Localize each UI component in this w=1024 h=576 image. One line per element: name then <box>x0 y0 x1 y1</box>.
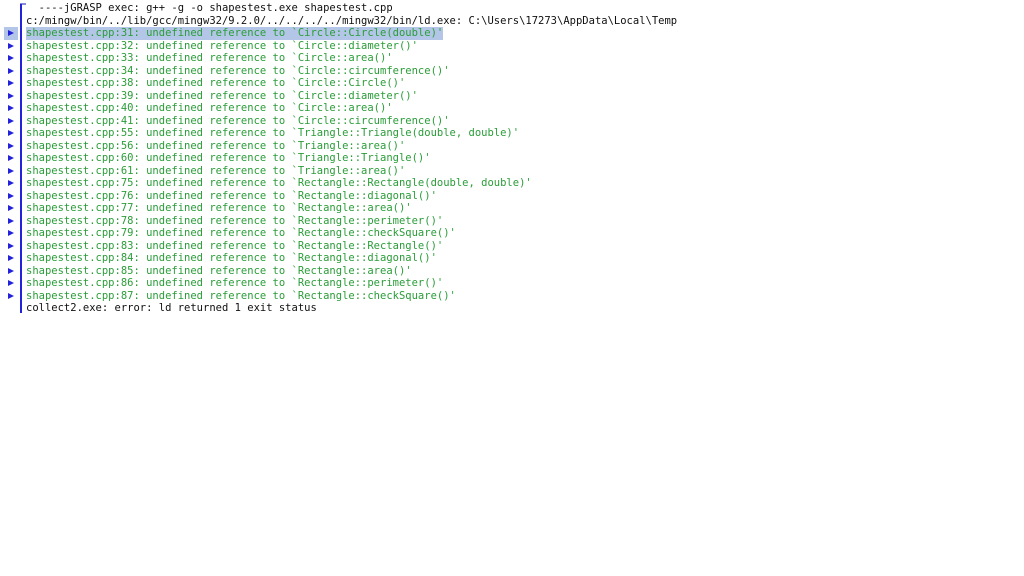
goto-error-arrow-icon[interactable] <box>8 80 14 86</box>
goto-error-arrow-icon[interactable] <box>8 105 14 111</box>
output-message-row[interactable]: ----jGRASP exec: g++ -g -o shapestest.ex… <box>0 2 1024 15</box>
goto-error-arrow-icon[interactable] <box>8 92 14 99</box>
message-text: ----jGRASP exec: g++ -g -o shapestest.ex… <box>26 2 393 14</box>
error-message-row[interactable]: shapestest.cpp:83: undefined reference t… <box>0 240 1024 253</box>
message-text: shapestest.cpp:78: undefined reference t… <box>26 214 444 227</box>
goto-error-arrow-icon[interactable] <box>8 155 14 161</box>
error-message-row[interactable]: shapestest.cpp:79: undefined reference t… <box>0 227 1024 240</box>
goto-error-arrow-icon[interactable] <box>8 55 14 61</box>
goto-error-arrow-icon[interactable] <box>8 117 14 124</box>
goto-error-arrow-icon[interactable] <box>8 180 14 186</box>
goto-error-arrow-icon[interactable] <box>8 292 14 299</box>
error-message-row[interactable]: shapestest.cpp:76: undefined reference t… <box>0 190 1024 203</box>
goto-error-arrow-icon[interactable] <box>8 255 14 261</box>
message-text: shapestest.cpp:75: undefined reference t… <box>26 177 532 189</box>
message-text: shapestest.cpp:60: undefined reference t… <box>26 152 431 164</box>
goto-error-arrow-icon[interactable] <box>8 230 14 236</box>
message-text: shapestest.cpp:41: undefined reference t… <box>26 114 450 127</box>
message-text: shapestest.cpp:39: undefined reference t… <box>26 89 418 102</box>
goto-error-arrow-icon[interactable] <box>8 130 14 136</box>
message-text: shapestest.cpp:55: undefined reference t… <box>26 127 520 139</box>
goto-error-arrow-icon[interactable] <box>8 217 14 224</box>
message-text: shapestest.cpp:76: undefined reference t… <box>26 189 437 202</box>
message-text: shapestest.cpp:31: undefined reference t… <box>26 27 444 40</box>
compile-messages-pane[interactable]: ----jGRASP exec: g++ -g -o shapestest.ex… <box>0 0 1024 576</box>
error-message-row[interactable]: shapestest.cpp:85: undefined reference t… <box>0 265 1024 278</box>
goto-error-arrow-icon[interactable] <box>8 30 14 36</box>
message-text: shapestest.cpp:33: undefined reference t… <box>26 52 393 64</box>
message-text: shapestest.cpp:56: undefined reference t… <box>26 139 406 152</box>
error-message-row[interactable]: shapestest.cpp:87: undefined reference t… <box>0 290 1024 303</box>
error-message-row[interactable]: shapestest.cpp:33: undefined reference t… <box>0 52 1024 65</box>
error-message-row[interactable]: shapestest.cpp:38: undefined reference t… <box>0 77 1024 90</box>
message-text: shapestest.cpp:83: undefined reference t… <box>26 239 444 252</box>
error-message-row[interactable]: shapestest.cpp:40: undefined reference t… <box>0 102 1024 115</box>
error-message-row[interactable]: shapestest.cpp:60: undefined reference t… <box>0 152 1024 165</box>
error-message-row[interactable]: shapestest.cpp:39: undefined reference t… <box>0 90 1024 103</box>
message-text: shapestest.cpp:85: undefined reference t… <box>26 264 412 277</box>
message-text: collect2.exe: error: ld returned 1 exit … <box>26 302 317 314</box>
message-text: shapestest.cpp:32: undefined reference t… <box>26 39 418 52</box>
message-text: shapestest.cpp:34: undefined reference t… <box>26 64 450 77</box>
error-message-row[interactable]: shapestest.cpp:34: undefined reference t… <box>0 65 1024 78</box>
error-message-row[interactable]: shapestest.cpp:61: undefined reference t… <box>0 165 1024 178</box>
goto-error-arrow-icon[interactable] <box>8 267 14 274</box>
output-message-row[interactable]: collect2.exe: error: ld returned 1 exit … <box>0 302 1024 315</box>
message-text: shapestest.cpp:38: undefined reference t… <box>26 77 406 89</box>
error-message-row[interactable]: shapestest.cpp:77: undefined reference t… <box>0 202 1024 215</box>
message-text: c:/mingw/bin/../lib/gcc/mingw32/9.2.0/..… <box>26 14 678 27</box>
message-text: shapestest.cpp:77: undefined reference t… <box>26 202 412 214</box>
error-message-row[interactable]: shapestest.cpp:75: undefined reference t… <box>0 177 1024 190</box>
error-message-row[interactable]: shapestest.cpp:41: undefined reference t… <box>0 115 1024 128</box>
goto-error-arrow-icon[interactable] <box>8 142 14 149</box>
goto-error-arrow-icon[interactable] <box>8 42 14 49</box>
error-message-row[interactable]: shapestest.cpp:56: undefined reference t… <box>0 140 1024 153</box>
message-text: shapestest.cpp:40: undefined reference t… <box>26 102 393 114</box>
message-text: shapestest.cpp:79: undefined reference t… <box>26 227 456 239</box>
goto-error-arrow-icon[interactable] <box>8 205 14 211</box>
goto-error-arrow-icon[interactable] <box>8 242 14 249</box>
error-message-row[interactable]: shapestest.cpp:86: undefined reference t… <box>0 277 1024 290</box>
error-message-row[interactable]: shapestest.cpp:31: undefined reference t… <box>0 27 1024 40</box>
message-text: shapestest.cpp:86: undefined reference t… <box>26 277 444 289</box>
error-message-row[interactable]: shapestest.cpp:55: undefined reference t… <box>0 127 1024 140</box>
error-message-row[interactable]: shapestest.cpp:78: undefined reference t… <box>0 215 1024 228</box>
goto-error-arrow-icon[interactable] <box>8 167 14 174</box>
goto-error-arrow-icon[interactable] <box>8 67 14 74</box>
message-text: shapestest.cpp:87: undefined reference t… <box>26 289 456 302</box>
output-message-row[interactable]: c:/mingw/bin/../lib/gcc/mingw32/9.2.0/..… <box>0 15 1024 28</box>
error-message-row[interactable]: shapestest.cpp:84: undefined reference t… <box>0 252 1024 265</box>
goto-error-arrow-icon[interactable] <box>8 280 14 286</box>
message-text: shapestest.cpp:61: undefined reference t… <box>26 164 406 177</box>
goto-error-arrow-icon[interactable] <box>8 192 14 199</box>
error-message-row[interactable]: shapestest.cpp:32: undefined reference t… <box>0 40 1024 53</box>
message-text: shapestest.cpp:84: undefined reference t… <box>26 252 437 264</box>
